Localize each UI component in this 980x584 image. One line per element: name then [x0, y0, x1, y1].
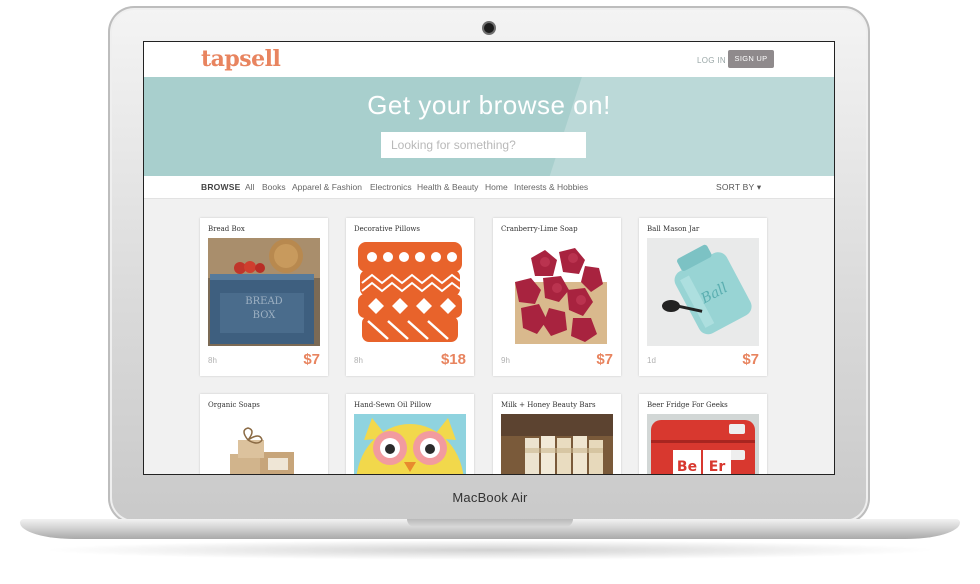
laptop-shadow — [40, 540, 940, 560]
product-age: 9h — [501, 356, 510, 365]
signup-button[interactable]: SIGN UP — [728, 50, 774, 68]
hero-banner: Get your browse on! — [144, 77, 834, 176]
product-title: Ball Mason Jar — [647, 225, 700, 233]
beer-fridge-photo[interactable]: Be Er — [647, 414, 759, 475]
search-box — [381, 132, 586, 158]
search-input[interactable] — [381, 132, 586, 158]
product-title: Beer Fridge For Geeks — [647, 401, 728, 409]
product-title: Milk + Honey Beauty Bars — [501, 401, 596, 409]
product-card[interactable]: Milk + Honey Beauty Bars — [493, 394, 621, 474]
svg-text:BREAD: BREAD — [245, 296, 282, 307]
product-age: 1d — [647, 356, 656, 365]
nav-item-electronics[interactable]: Electronics — [370, 182, 412, 192]
login-link[interactable]: LOG IN — [697, 56, 726, 65]
laptop-notch — [407, 519, 573, 527]
product-price: $7 — [303, 351, 320, 368]
nav-item-all[interactable]: All — [245, 182, 254, 192]
product-card[interactable]: Bread Box BREAD BOX 8h $7 — [200, 218, 328, 376]
product-price: $18 — [440, 351, 466, 368]
hero-title: Get your browse on! — [367, 90, 611, 120]
nav-item-home[interactable]: Home — [485, 182, 508, 192]
svg-text:BOX: BOX — [253, 310, 277, 321]
sort-by-dropdown[interactable]: SORT BY ▾ — [716, 182, 761, 193]
product-title: Decorative Pillows — [354, 225, 421, 233]
site-header: tapsell LOG IN SIGN UP — [144, 42, 834, 77]
site-logo[interactable]: tapsell — [201, 46, 281, 72]
product-age: 8h — [354, 356, 363, 365]
category-nav: BROWSE All Books Apparel & Fashion Elect… — [144, 176, 834, 199]
product-title: Hand-Sewn Oil Pillow — [354, 401, 432, 409]
fridge-tile-be: Be — [677, 459, 697, 475]
organic-soaps-photo[interactable] — [208, 414, 320, 474]
product-title: Bread Box — [208, 225, 245, 233]
product-title: Organic Soaps — [208, 401, 260, 409]
product-card[interactable]: Beer Fridge For Geeks Be Er — [639, 394, 767, 475]
mason-jar-photo[interactable]: Ball — [647, 238, 759, 346]
product-card[interactable]: Cranberry-Lime Soap 9h $7 — [493, 218, 621, 376]
browse-label: BROWSE — [201, 182, 241, 192]
webcam-icon — [484, 23, 494, 33]
product-card[interactable]: Ball Mason Jar Ball 1d $7 — [639, 218, 767, 376]
device-label: MacBook Air — [452, 490, 528, 505]
product-price: $7 — [742, 351, 759, 368]
nav-item-interests-hobbies[interactable]: Interests & Hobbies — [514, 182, 588, 192]
owl-pillow-photo[interactable] — [354, 414, 466, 474]
cranberry-soap-photo[interactable] — [501, 238, 613, 346]
nav-item-health-beauty[interactable]: Health & Beauty — [417, 182, 478, 192]
fridge-tile-er: Er — [709, 459, 726, 475]
product-card[interactable]: Decorative Pillows 8h $18 — [346, 218, 474, 376]
orange-pillows-photo[interactable] — [354, 238, 466, 346]
product-card[interactable]: Organic Soaps — [200, 394, 328, 474]
beauty-bars-photo[interactable] — [501, 414, 613, 474]
laptop-screen: tapsell LOG IN SIGN UP Get your browse o… — [143, 41, 835, 475]
product-age: 8h — [208, 356, 217, 365]
nav-item-books[interactable]: Books — [262, 182, 286, 192]
product-card[interactable]: Hand-Sewn Oil Pillow — [346, 394, 474, 474]
product-title: Cranberry-Lime Soap — [501, 225, 578, 233]
bread-box-photo[interactable]: BREAD BOX — [208, 238, 320, 346]
product-price: $7 — [596, 351, 613, 368]
nav-item-apparel[interactable]: Apparel & Fashion — [292, 182, 362, 192]
